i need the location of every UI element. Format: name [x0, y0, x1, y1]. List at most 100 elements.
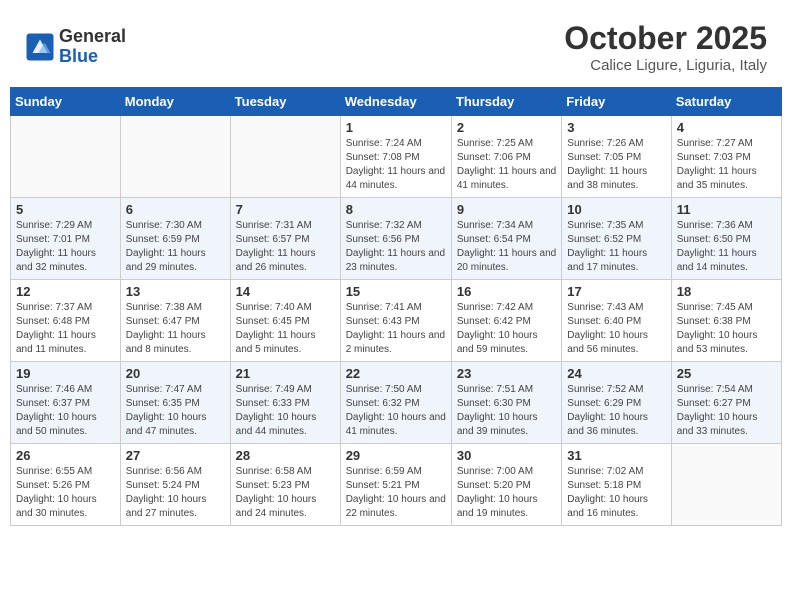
calendar-cell: 23 Sunrise: 7:51 AM Sunset: 6:30 PM Dayli…	[451, 362, 561, 444]
day-number: 11	[677, 202, 776, 217]
day-info: Sunrise: 7:43 AM Sunset: 6:40 PM Dayligh…	[567, 301, 665, 357]
day-info: Sunrise: 7:45 AM Sunset: 6:38 PM Dayligh…	[677, 301, 776, 357]
day-info: Sunrise: 7:51 AM Sunset: 6:30 PM Dayligh…	[457, 383, 556, 439]
day-number: 22	[346, 366, 446, 381]
calendar-header-row: SundayMondayTuesdayWednesdayThursdayFrid…	[11, 88, 782, 116]
column-header-sunday: Sunday	[11, 88, 121, 116]
column-header-thursday: Thursday	[451, 88, 561, 116]
calendar-cell: 30Sunrise: 7:00 AM Sunset: 5:20 PM Dayli…	[451, 444, 561, 526]
day-number: 30	[457, 448, 556, 463]
calendar-cell: 18 Sunrise: 7:45 AM Sunset: 6:38 PM Dayli…	[671, 280, 781, 362]
day-info: Sunrise: 7:35 AM Sunset: 6:52 PM Dayligh…	[567, 219, 665, 275]
calendar-cell: 8 Sunrise: 7:32 AM Sunset: 6:56 PM Daylig…	[340, 198, 451, 280]
day-number: 5	[16, 202, 115, 217]
day-number: 4	[677, 120, 776, 135]
day-info: Sunrise: 7:34 AM Sunset: 6:54 PM Dayligh…	[457, 219, 556, 275]
day-number: 28	[236, 448, 335, 463]
calendar-cell: 11 Sunrise: 7:36 AM Sunset: 6:50 PM Dayli…	[671, 198, 781, 280]
calendar-cell: 21 Sunrise: 7:49 AM Sunset: 6:33 PM Dayli…	[230, 362, 340, 444]
day-number: 7	[236, 202, 335, 217]
logo-icon	[25, 32, 55, 62]
calendar-cell: 1 Sunrise: 7:24 AM Sunset: 7:08 PM Daylig…	[340, 116, 451, 198]
calendar-cell: 4Sunrise: 7:27 AM Sunset: 7:03 PM Daylig…	[671, 116, 781, 198]
logo-blue-text: Blue	[59, 47, 126, 67]
day-number: 9	[457, 202, 556, 217]
calendar-cell: 7 Sunrise: 7:31 AM Sunset: 6:57 PM Daylig…	[230, 198, 340, 280]
day-number: 14	[236, 284, 335, 299]
day-number: 3	[567, 120, 665, 135]
day-number: 8	[346, 202, 446, 217]
day-number: 15	[346, 284, 446, 299]
calendar-cell: 29 Sunrise: 6:59 AM Sunset: 5:21 PM Dayli…	[340, 444, 451, 526]
day-number: 2	[457, 120, 556, 135]
day-number: 1	[346, 120, 446, 135]
calendar-week-row: 5 Sunrise: 7:29 AM Sunset: 7:01 PM Daylig…	[11, 198, 782, 280]
calendar-week-row: 12Sunrise: 7:37 AM Sunset: 6:48 PM Dayli…	[11, 280, 782, 362]
day-info: Sunrise: 7:32 AM Sunset: 6:56 PM Dayligh…	[346, 219, 446, 275]
day-info: Sunrise: 7:31 AM Sunset: 6:57 PM Dayligh…	[236, 219, 335, 275]
calendar-cell: 5 Sunrise: 7:29 AM Sunset: 7:01 PM Daylig…	[11, 198, 121, 280]
calendar-cell: 27Sunrise: 6:56 AM Sunset: 5:24 PM Dayli…	[120, 444, 230, 526]
day-info: Sunrise: 7:50 AM Sunset: 6:32 PM Dayligh…	[346, 383, 446, 439]
logo-general-text: General	[59, 27, 126, 47]
logo: General Blue	[25, 27, 126, 67]
calendar-cell: 13 Sunrise: 7:38 AM Sunset: 6:47 PM Dayli…	[120, 280, 230, 362]
day-number: 25	[677, 366, 776, 381]
day-info: Sunrise: 7:24 AM Sunset: 7:08 PM Dayligh…	[346, 137, 446, 193]
calendar-cell: 20Sunrise: 7:47 AM Sunset: 6:35 PM Dayli…	[120, 362, 230, 444]
column-header-wednesday: Wednesday	[340, 88, 451, 116]
calendar-cell	[671, 444, 781, 526]
day-info: Sunrise: 6:58 AM Sunset: 5:23 PM Dayligh…	[236, 465, 335, 521]
calendar-cell: 10 Sunrise: 7:35 AM Sunset: 6:52 PM Dayli…	[562, 198, 671, 280]
calendar-cell: 3 Sunrise: 7:26 AM Sunset: 7:05 PM Daylig…	[562, 116, 671, 198]
day-number: 29	[346, 448, 446, 463]
calendar-cell: 15 Sunrise: 7:41 AM Sunset: 6:43 PM Dayli…	[340, 280, 451, 362]
calendar-cell: 17 Sunrise: 7:43 AM Sunset: 6:40 PM Dayli…	[562, 280, 671, 362]
calendar-cell: 28 Sunrise: 6:58 AM Sunset: 5:23 PM Dayli…	[230, 444, 340, 526]
calendar-cell: 22 Sunrise: 7:50 AM Sunset: 6:32 PM Dayli…	[340, 362, 451, 444]
column-header-tuesday: Tuesday	[230, 88, 340, 116]
calendar-cell: 31Sunrise: 7:02 AM Sunset: 5:18 PM Dayli…	[562, 444, 671, 526]
day-info: Sunrise: 7:46 AM Sunset: 6:37 PM Dayligh…	[16, 383, 115, 439]
day-number: 18	[677, 284, 776, 299]
day-info: Sunrise: 7:47 AM Sunset: 6:35 PM Dayligh…	[126, 383, 225, 439]
calendar-cell: 25 Sunrise: 7:54 AM Sunset: 6:27 PM Dayli…	[671, 362, 781, 444]
day-info: Sunrise: 7:29 AM Sunset: 7:01 PM Dayligh…	[16, 219, 115, 275]
day-number: 10	[567, 202, 665, 217]
calendar-cell	[230, 116, 340, 198]
calendar-cell: 9 Sunrise: 7:34 AM Sunset: 6:54 PM Daylig…	[451, 198, 561, 280]
month-title: October 2025	[564, 20, 767, 57]
day-info: Sunrise: 7:30 AM Sunset: 6:59 PM Dayligh…	[126, 219, 225, 275]
column-header-monday: Monday	[120, 88, 230, 116]
day-info: Sunrise: 7:54 AM Sunset: 6:27 PM Dayligh…	[677, 383, 776, 439]
day-number: 27	[126, 448, 225, 463]
day-number: 23	[457, 366, 556, 381]
day-info: Sunrise: 7:41 AM Sunset: 6:43 PM Dayligh…	[346, 301, 446, 357]
day-info: Sunrise: 7:52 AM Sunset: 6:29 PM Dayligh…	[567, 383, 665, 439]
day-info: Sunrise: 7:36 AM Sunset: 6:50 PM Dayligh…	[677, 219, 776, 275]
calendar-cell: 16Sunrise: 7:42 AM Sunset: 6:42 PM Dayli…	[451, 280, 561, 362]
day-info: Sunrise: 7:26 AM Sunset: 7:05 PM Dayligh…	[567, 137, 665, 193]
calendar-cell: 14Sunrise: 7:40 AM Sunset: 6:45 PM Dayli…	[230, 280, 340, 362]
calendar-week-row: 26 Sunrise: 6:55 AM Sunset: 5:26 PM Dayli…	[11, 444, 782, 526]
day-info: Sunrise: 7:49 AM Sunset: 6:33 PM Dayligh…	[236, 383, 335, 439]
calendar-table: SundayMondayTuesdayWednesdayThursdayFrid…	[10, 87, 782, 526]
page-header: General Blue October 2025 Calice Ligure,…	[10, 10, 782, 79]
column-header-saturday: Saturday	[671, 88, 781, 116]
title-section: October 2025 Calice Ligure, Liguria, Ita…	[564, 20, 767, 74]
calendar-week-row: 1 Sunrise: 7:24 AM Sunset: 7:08 PM Daylig…	[11, 116, 782, 198]
calendar-cell: 12Sunrise: 7:37 AM Sunset: 6:48 PM Dayli…	[11, 280, 121, 362]
day-info: Sunrise: 6:59 AM Sunset: 5:21 PM Dayligh…	[346, 465, 446, 521]
calendar-week-row: 19Sunrise: 7:46 AM Sunset: 6:37 PM Dayli…	[11, 362, 782, 444]
day-number: 12	[16, 284, 115, 299]
day-number: 26	[16, 448, 115, 463]
day-number: 21	[236, 366, 335, 381]
column-header-friday: Friday	[562, 88, 671, 116]
day-number: 13	[126, 284, 225, 299]
day-number: 17	[567, 284, 665, 299]
day-info: Sunrise: 6:55 AM Sunset: 5:26 PM Dayligh…	[16, 465, 115, 521]
calendar-cell	[120, 116, 230, 198]
calendar-cell	[11, 116, 121, 198]
day-info: Sunrise: 7:38 AM Sunset: 6:47 PM Dayligh…	[126, 301, 225, 357]
calendar-cell: 2Sunrise: 7:25 AM Sunset: 7:06 PM Daylig…	[451, 116, 561, 198]
